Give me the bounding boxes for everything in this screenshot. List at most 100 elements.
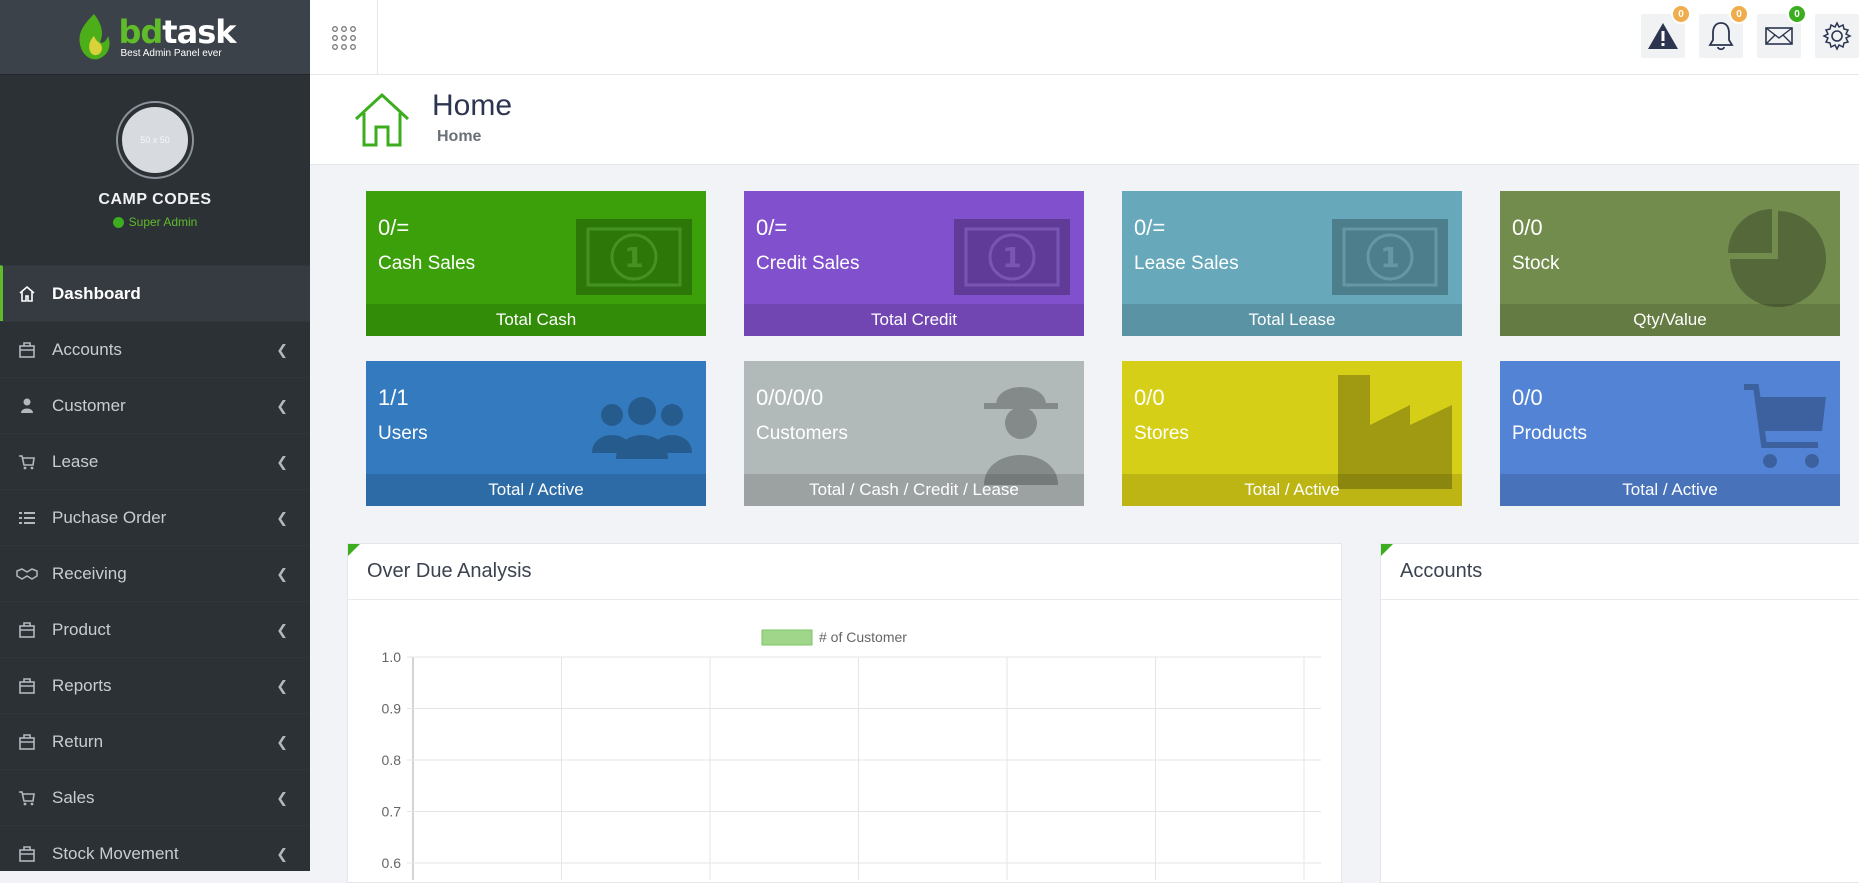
list-icon xyxy=(16,507,38,529)
card-customers[interactable]: 0/0/0/0 Customers Total / Cash / Credit … xyxy=(744,361,1084,506)
user-icon xyxy=(16,395,38,417)
sidebar-item-stock-movement[interactable]: Stock Movement ❮ xyxy=(0,825,310,881)
brand-tagline: Best Admin Panel ever xyxy=(120,47,222,59)
sidebar-item-receiving[interactable]: Receiving ❮ xyxy=(0,545,310,601)
alerts-button[interactable]: 0 xyxy=(1641,4,1691,58)
sidebar-item-dashboard[interactable]: Dashboard xyxy=(0,265,310,321)
card-lease-sales[interactable]: 0/= Lease Sales 1 Total Lease xyxy=(1122,191,1462,336)
card-footer: Total Lease xyxy=(1122,304,1462,336)
sidebar-item-label: Lease xyxy=(52,451,99,471)
y-tick-label: 0.8 xyxy=(382,752,402,768)
pie-chart-icon xyxy=(1728,209,1826,307)
card-stores[interactable]: 0/0 Stores Total / Active xyxy=(1122,361,1462,506)
card-credit-sales[interactable]: 0/= Credit Sales 1 Total Credit xyxy=(744,191,1084,336)
avatar[interactable]: 50 x 50 xyxy=(118,103,192,177)
sidebar-item-sales[interactable]: Sales ❮ xyxy=(0,769,310,825)
sidebar-item-accounts[interactable]: Accounts ❮ xyxy=(0,321,310,377)
settings-button[interactable] xyxy=(1815,14,1859,58)
messages-count-badge: 0 xyxy=(1787,4,1807,24)
svg-text:1: 1 xyxy=(624,241,643,274)
sidebar-item-label: Sales xyxy=(52,787,95,807)
chevron-left-icon: ❮ xyxy=(276,677,288,693)
card-value: 0/0 xyxy=(1512,385,1543,410)
briefcase-icon xyxy=(16,619,38,641)
sidebar-item-label: Reports xyxy=(52,675,112,695)
sidebar-item-label: Return xyxy=(52,731,104,751)
sidebar-item-lease[interactable]: Lease ❮ xyxy=(0,433,310,489)
sidebar-item-label: Customer xyxy=(52,395,126,415)
chevron-left-icon: ❮ xyxy=(276,509,288,525)
chevron-left-icon: ❮ xyxy=(276,845,288,861)
card-footer: Total / Active xyxy=(366,474,706,506)
avatar-placeholder-text: 50 x 50 xyxy=(140,135,170,145)
y-tick-label: 0.7 xyxy=(382,804,402,820)
user-profile: 50 x 50 CAMP CODES Super Admin xyxy=(0,75,310,265)
spy-icon xyxy=(984,387,1058,485)
card-value: 0/0 xyxy=(1512,215,1543,240)
briefcase-icon xyxy=(16,339,38,361)
chevron-left-icon: ❮ xyxy=(276,621,288,637)
overdue-analysis-panel: Over Due Analysis # of Customer 1.0 0.9 0.8… xyxy=(347,543,1342,883)
card-value: 0/= xyxy=(1134,215,1166,240)
money-icon: 1 xyxy=(954,219,1070,295)
chevron-left-icon: ❮ xyxy=(276,341,288,357)
notifications-count-badge: 0 xyxy=(1729,4,1749,24)
apps-grid-button[interactable] xyxy=(310,0,378,75)
chevron-left-icon: ❮ xyxy=(276,789,288,805)
card-label: Stock xyxy=(1512,253,1560,274)
breadcrumb[interactable]: Home xyxy=(437,128,481,146)
money-icon: 1 xyxy=(576,219,692,295)
card-cash-sales[interactable]: 0/= Cash Sales 1 Total Cash xyxy=(366,191,706,336)
chevron-left-icon: ❮ xyxy=(276,397,288,413)
profile-role: Super Admin xyxy=(112,215,198,229)
logo-bar: bdtask Best Admin Panel ever xyxy=(0,0,310,75)
overdue-chart: # of Customer 1.0 0.9 0.8 0.7 0.6 xyxy=(382,629,1321,880)
accounts-panel: Accounts xyxy=(1380,543,1859,883)
card-value: 0/= xyxy=(378,215,410,240)
briefcase-icon xyxy=(16,843,38,865)
profile-role-label: Super Admin xyxy=(128,215,198,229)
card-label: Customers xyxy=(756,423,848,444)
notifications-button[interactable]: 0 xyxy=(1699,4,1749,58)
chevron-left-icon: ❮ xyxy=(276,733,288,749)
card-label: Lease Sales xyxy=(1134,253,1239,274)
sidebar-item-return[interactable]: Return ❮ xyxy=(0,713,310,769)
online-status-dot xyxy=(112,216,124,228)
bell-icon xyxy=(1708,22,1734,51)
card-stock[interactable]: 0/0 Stock Qty/Value xyxy=(1500,191,1840,336)
sidebar-item-label: Receiving xyxy=(52,563,127,583)
sidebar-item-label: Puchase Order xyxy=(52,507,167,527)
cart-icon xyxy=(16,787,38,809)
card-footer: Qty/Value xyxy=(1500,304,1840,336)
sidebar-item-reports[interactable]: Reports ❮ xyxy=(0,657,310,713)
card-footer: Total / Active xyxy=(1122,474,1462,506)
page-header: Home Home xyxy=(310,75,1859,165)
card-users[interactable]: 1/1 Users Total / Active xyxy=(366,361,706,506)
sidebar-item-label: Dashboard xyxy=(52,283,141,303)
sidebar: bdtask Best Admin Panel ever 50 x 50 CAM… xyxy=(0,0,310,871)
sidebar-item-purchase-order[interactable]: Puchase Order ❮ xyxy=(0,489,310,545)
card-footer: Total Credit xyxy=(744,304,1084,336)
chevron-left-icon: ❮ xyxy=(276,453,288,469)
svg-text:1: 1 xyxy=(1380,241,1399,274)
chevron-left-icon: ❮ xyxy=(276,565,288,581)
brand-logo[interactable]: bdtask Best Admin Panel ever xyxy=(74,12,237,62)
factory-icon xyxy=(1338,375,1452,489)
card-value: 0/= xyxy=(756,215,788,240)
sidebar-item-customer[interactable]: Customer ❮ xyxy=(0,377,310,433)
card-footer: Total / Cash / Credit / Lease xyxy=(744,474,1084,506)
panel-corner-marker xyxy=(1381,544,1393,556)
legend-label: # of Customer xyxy=(819,629,907,645)
messages-button[interactable]: 0 xyxy=(1757,4,1807,58)
card-label: Credit Sales xyxy=(756,253,860,274)
topbar-actions: 0 0 0 xyxy=(1641,4,1859,58)
gear-icon xyxy=(1822,21,1852,51)
svg-text:1: 1 xyxy=(1002,241,1021,274)
brand-wordmark: bdtask xyxy=(118,12,236,51)
card-products[interactable]: 0/0 Products Total / Active xyxy=(1500,361,1840,506)
sidebar-item-product[interactable]: Product ❮ xyxy=(0,601,310,657)
card-value: 0/0/0/0 xyxy=(756,385,824,410)
card-label: Cash Sales xyxy=(378,253,476,274)
flame-logo-icon xyxy=(79,14,111,60)
users-icon xyxy=(592,397,692,459)
